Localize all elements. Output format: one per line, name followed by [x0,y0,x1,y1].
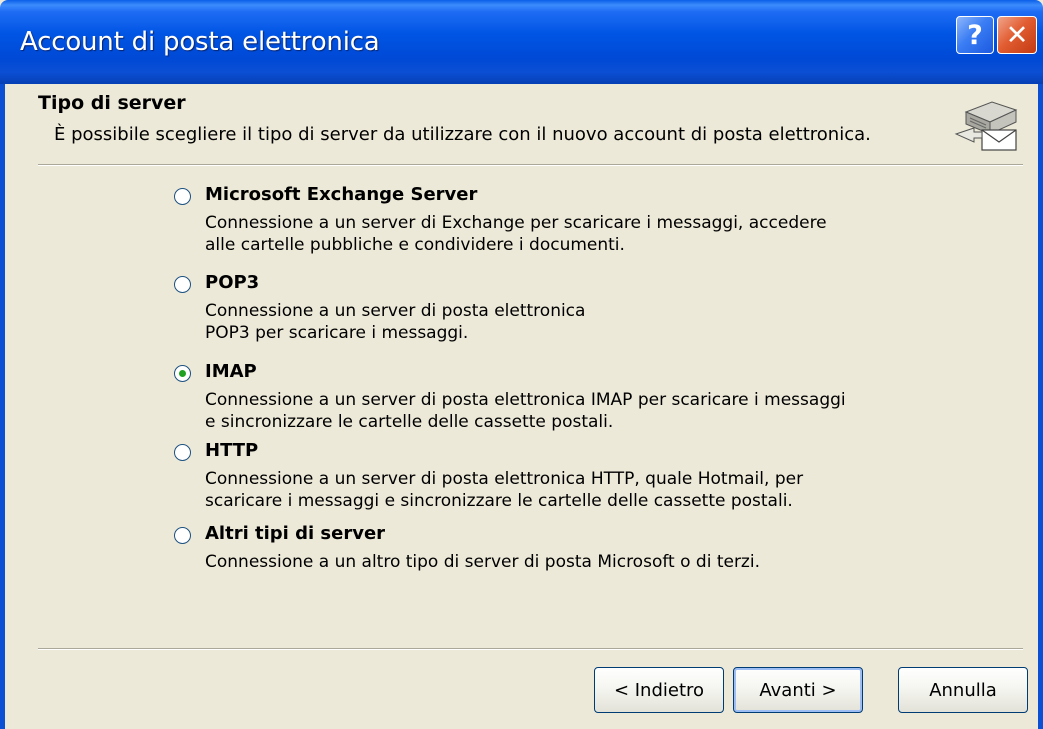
option-label[interactable]: HTTP [205,440,258,461]
title-bar[interactable]: Account di posta elettronica ? ✕ [0,0,1043,84]
option-label[interactable]: Microsoft Exchange Server [205,184,477,205]
radio-button[interactable] [174,444,191,461]
window-title: Account di posta elettronica [20,27,380,57]
radio-button[interactable] [174,188,191,205]
option-description: Connessione a un server di posta elettro… [205,469,804,511]
option-label[interactable]: IMAP [205,361,257,382]
dialog-window: Account di posta elettronica ? ✕ Tipo di… [0,0,1043,729]
option-description: Connessione a un altro tipo di server di… [205,552,760,572]
page-description: È possibile scegliere il tipo di server … [54,124,871,145]
help-icon: ? [967,19,983,51]
window-border-left [0,84,5,729]
radio-button[interactable] [174,527,191,544]
cancel-button[interactable]: Annulla [898,667,1028,713]
window-border-right [1038,84,1043,729]
close-button[interactable]: ✕ [997,16,1037,54]
radio-button[interactable] [174,365,191,382]
option-label[interactable]: POP3 [205,272,259,293]
footer-separator [38,648,1023,650]
radio-button[interactable] [174,276,191,293]
option-label[interactable]: Altri tipi di server [205,523,385,544]
close-icon: ✕ [1005,19,1029,51]
back-button[interactable]: < Indietro [594,667,724,713]
option-description: Connessione a un server di Exchange per … [205,213,827,255]
option-description: Connessione a un server di posta elettro… [205,390,846,432]
page-title: Tipo di server [38,92,186,114]
mail-server-icon [954,101,1018,151]
header-separator [38,164,1023,166]
help-button[interactable]: ? [956,16,994,54]
option-description: Connessione a un server di posta elettro… [205,301,586,343]
next-button[interactable]: Avanti > [733,667,863,713]
